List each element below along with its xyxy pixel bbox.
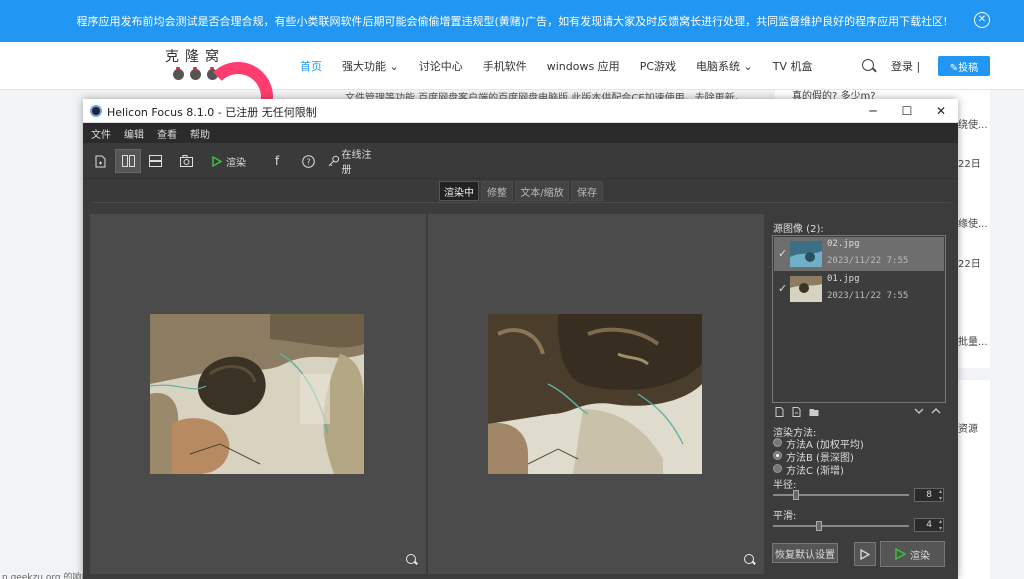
zoom-icon[interactable]: [406, 554, 416, 564]
register-online-button[interactable]: 在线注册: [328, 149, 380, 176]
radio-method-a[interactable]: [773, 438, 782, 447]
source-image-list[interactable]: ✓ 02.jpg 2023/11/22 7:55 ✓ 01.jpg 2023/1…: [772, 235, 946, 403]
menu-view[interactable]: 查看: [157, 126, 177, 141]
camera-icon[interactable]: [175, 149, 197, 173]
reset-defaults-button[interactable]: 恢复默认设置: [772, 543, 838, 563]
menu-help[interactable]: 帮助: [190, 126, 210, 141]
play-icon: [212, 155, 222, 167]
chevron-down-icon[interactable]: [914, 407, 924, 415]
list-item[interactable]: ✓ 02.jpg 2023/11/22 7:55: [774, 237, 944, 271]
play-icon: [860, 548, 870, 560]
facebook-icon[interactable]: f: [268, 149, 286, 173]
tab-rendering[interactable]: 渲染中: [439, 181, 479, 201]
nav-features[interactable]: 强大功能 ⌄: [332, 58, 409, 74]
window-titlebar[interactable]: Helicon Focus 8.1.0 - 已注册 无任何限制 ─ ☐ ✕: [83, 99, 958, 123]
tab-save[interactable]: 保存: [571, 181, 603, 201]
nav-systems[interactable]: 电脑系统 ⌄: [686, 58, 763, 74]
radio-method-c[interactable]: [773, 464, 782, 473]
add-file-icon[interactable]: [775, 407, 784, 417]
sidebar-fragment: 22日: [958, 259, 981, 270]
folder-settings-icon[interactable]: [809, 407, 819, 417]
window-title: Helicon Focus 8.1.0 - 已注册 无任何限制: [107, 106, 317, 119]
radius-spinbox[interactable]: 8: [914, 488, 944, 502]
checkbox[interactable]: ✓: [778, 282, 787, 295]
file-name: 01.jpg: [827, 274, 860, 284]
key-icon: [328, 155, 340, 167]
maximize-icon[interactable]: ☐: [890, 99, 924, 123]
post-button[interactable]: ✎投稿: [938, 56, 990, 76]
checkbox[interactable]: ✓: [778, 247, 787, 260]
smooth-spinbox[interactable]: 4: [914, 518, 944, 532]
nav-mobile[interactable]: 手机软件: [473, 58, 537, 74]
app-icon: [90, 105, 102, 117]
render-button-label: 渲染: [910, 550, 930, 562]
nav-tv[interactable]: TV 机盒: [763, 58, 823, 74]
sidebar-fragment: 绕使...: [958, 120, 988, 131]
smooth-slider-knob[interactable]: [816, 521, 822, 531]
sidebar-fragment: 缘使...: [958, 219, 988, 230]
status-url: n.geekzu.org 的响应: [0, 570, 91, 579]
toolbar: 渲染 f ? 在线注册: [83, 143, 958, 179]
helicon-window: Helicon Focus 8.1.0 - 已注册 无任何限制 ─ ☐ ✕ 文件…: [83, 99, 958, 579]
thumbnail: [790, 241, 822, 267]
new-file-icon[interactable]: [89, 149, 111, 173]
render-preview-button[interactable]: [854, 542, 876, 566]
result-preview-image: [488, 314, 702, 474]
file-date: 2023/11/22 7:55: [827, 291, 909, 301]
notice-text: 程序应用发布前均会测试是否合理合规，有些小类联网软件后期可能会偷偷增置违规型(黄…: [76, 15, 948, 28]
render-toolbar-button[interactable]: 渲染: [209, 149, 249, 173]
source-images-label: 源图像 (2):: [773, 224, 824, 235]
close-window-icon[interactable]: ✕: [924, 99, 958, 123]
radio-method-b[interactable]: [773, 451, 782, 460]
menu-bar: 文件 编辑 查看 帮助: [83, 123, 958, 143]
smooth-label: 平滑:: [773, 511, 797, 522]
source-preview-image: [150, 314, 364, 474]
source-preview-pane[interactable]: [90, 214, 426, 574]
minimize-icon[interactable]: ─: [856, 99, 890, 123]
zoom-icon[interactable]: [744, 554, 754, 564]
mode-tabs: 渲染中 修整 文本/缩放 保存: [83, 179, 958, 203]
menu-edit[interactable]: 编辑: [124, 126, 144, 141]
nav-discussion[interactable]: 讨论中心: [409, 58, 473, 74]
nav-windows[interactable]: windows 应用: [537, 58, 630, 74]
search-icon[interactable]: [862, 59, 874, 71]
tab-retouch[interactable]: 修整: [481, 181, 513, 201]
list-item[interactable]: ✓ 01.jpg 2023/11/22 7:55: [774, 272, 944, 306]
sidebar-fragment: 资源: [958, 424, 978, 435]
logo-text: 克隆窝: [165, 49, 225, 65]
nav-home[interactable]: 首页: [290, 58, 332, 74]
radius-slider-knob[interactable]: [793, 490, 799, 500]
help-icon[interactable]: ?: [298, 149, 318, 173]
play-icon: [895, 548, 906, 560]
thumbnail: [790, 276, 822, 302]
smooth-slider[interactable]: [773, 521, 909, 531]
remove-file-icon[interactable]: [792, 407, 801, 417]
tab-text-scale[interactable]: 文本/缩放: [515, 181, 569, 201]
split-vertical-icon[interactable]: [115, 149, 141, 173]
result-preview-pane[interactable]: [428, 214, 764, 574]
sidebar-fragment: 批量...: [958, 337, 988, 348]
register-online-label: 在线注册: [341, 150, 372, 176]
tab-divider: [91, 202, 951, 203]
sidebar-fragment: 22日: [958, 159, 981, 170]
chevron-up-icon[interactable]: [931, 407, 941, 415]
render-button[interactable]: 渲染: [880, 541, 945, 567]
radius-label: 半径:: [773, 480, 797, 491]
radius-slider[interactable]: [773, 490, 909, 500]
split-horizontal-icon[interactable]: [144, 149, 166, 173]
svg-text:?: ?: [306, 157, 310, 166]
close-icon[interactable]: ✕: [974, 12, 990, 28]
file-name: 02.jpg: [827, 239, 860, 249]
file-date: 2023/11/22 7:55: [827, 256, 909, 266]
site-notice-bar: 程序应用发布前均会测试是否合理合规，有些小类联网软件后期可能会偷偷增置违规型(黄…: [0, 0, 1024, 42]
method-c-label: 方法C (渐增): [786, 466, 844, 477]
nav-pc-games[interactable]: PC游戏: [630, 58, 686, 74]
site-nav-menu: 首页 强大功能 ⌄ 讨论中心 手机软件 windows 应用 PC游戏 电脑系统…: [290, 42, 822, 90]
menu-file[interactable]: 文件: [91, 126, 111, 141]
render-toolbar-label: 渲染: [226, 157, 246, 169]
login-link[interactable]: 登录 |: [891, 58, 920, 74]
